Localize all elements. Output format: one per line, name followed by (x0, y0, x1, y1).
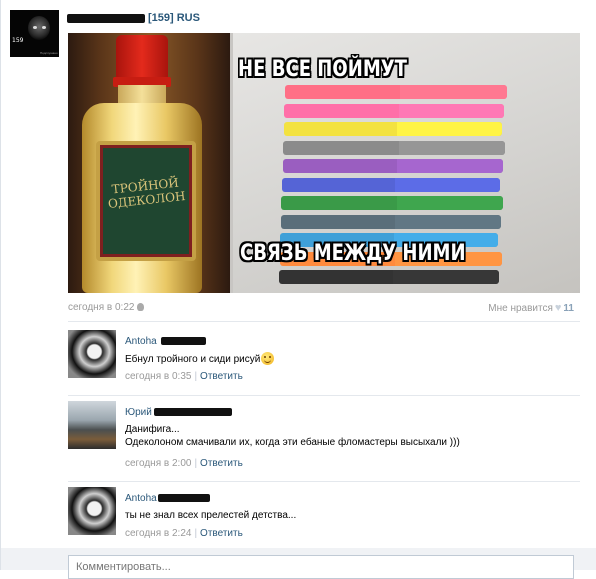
comment-text-line: Данифига... (125, 424, 180, 435)
post-time: сегодня в 0:22 (68, 302, 135, 313)
comment-text: Ебнул тройного и сиди рисуй (125, 352, 275, 366)
marker-cap (395, 177, 500, 192)
comment-text-body: Ебнул тройного и сиди рисуй (125, 354, 261, 365)
comment-author[interactable]: Юрий (125, 407, 152, 418)
group-avatar[interactable]: 159 Подслушано (10, 10, 59, 57)
comment-author[interactable]: Antoha (125, 336, 157, 347)
marker-pen (281, 196, 504, 210)
reply-button[interactable]: Ответить (200, 458, 243, 469)
marker-pen (282, 177, 500, 192)
reply-button[interactable]: Ответить (200, 371, 243, 382)
commenter-avatar[interactable] (68, 401, 116, 449)
marker-pen (282, 159, 503, 173)
marker-pen (284, 103, 505, 118)
redacted-surname (161, 337, 206, 345)
marker-cap (397, 122, 502, 136)
comment-text-body: ты не знал всех прелестей детства... (125, 510, 297, 521)
meta-divider: | (194, 458, 198, 469)
comment-input[interactable] (69, 556, 587, 573)
marker-cap (395, 214, 501, 229)
redacted-surname (154, 408, 232, 416)
like-count: 11 (563, 303, 574, 314)
commenter-avatar[interactable] (68, 487, 116, 535)
comment-text: ты не знал всех прелестей детства... (125, 509, 296, 522)
smile-emoji-icon (261, 352, 275, 365)
meme-top-text: НЕ ВСЕ ПОЙМУТ (238, 57, 407, 82)
bottle-label-text: ТРОЙНОЙ ОДЕКОЛОН (107, 175, 187, 211)
marker-cap (400, 85, 507, 99)
bottle-label: ТРОЙНОЙ ОДЕКОЛОН (96, 141, 196, 261)
group-name-link[interactable]: [159] RUS (148, 12, 200, 24)
eye-left (33, 26, 37, 29)
like-label: Мне нравится (488, 303, 553, 314)
separator (68, 395, 580, 396)
comment-author-name: Antoha (125, 493, 157, 504)
reply-button[interactable]: Ответить (200, 528, 243, 539)
meta-divider: | (194, 528, 198, 539)
bottle: ТРОЙНОЙ ОДЕКОЛОН (82, 103, 202, 293)
marker-cap (397, 159, 503, 173)
redacted-surname (158, 494, 210, 502)
comment-author-name: Antoha (125, 336, 157, 347)
marker-pen (280, 214, 501, 229)
separator (68, 481, 580, 482)
comment-time[interactable]: сегодня в 2:00 (125, 458, 191, 469)
marker-cap (396, 196, 504, 210)
marker-pen (279, 270, 499, 284)
markers-photo: НЕ ВСЕ ПОЙМУТ СВЯЗЬ МЕЖДУ НИМИ (233, 33, 580, 293)
post-timestamp[interactable]: сегодня в 0:22 (68, 302, 145, 313)
bottle-neck (118, 85, 166, 105)
comment-item: Antoha ты не знал всех прелестей детства… (68, 487, 580, 563)
bottle-cap (116, 35, 168, 81)
commenter-avatar[interactable] (68, 330, 116, 378)
avatar-number: 159 (12, 37, 24, 44)
avatar-caption: Подслушано (40, 51, 58, 55)
comment-text: Данифига... Одеколоном смачивали их, ког… (125, 423, 460, 449)
meta-divider: | (194, 371, 198, 382)
marker-cap (398, 103, 505, 118)
like-button[interactable]: Мне нравится ♥ 11 (488, 302, 574, 314)
comment-time[interactable]: сегодня в 0:35 (125, 371, 191, 382)
redacted-name (67, 14, 145, 23)
marker-pen (283, 122, 502, 136)
marker-pen (283, 140, 506, 155)
heart-icon: ♥ (554, 302, 562, 314)
comment-input-box[interactable] (68, 555, 587, 579)
comment-meta: сегодня в 0:35 | Ответить (125, 371, 243, 382)
comment-author[interactable]: Antoha (125, 493, 157, 504)
eye-right (42, 26, 46, 29)
meme-bottom-text: СВЯЗЬ МЕЖДУ НИМИ (240, 241, 466, 266)
comment-meta: сегодня в 2:24 | Ответить (125, 528, 243, 539)
marker-cap (393, 270, 499, 284)
cologne-photo: ТРОЙНОЙ ОДЕКОЛОН (68, 33, 230, 293)
comment-meta: сегодня в 2:00 | Ответить (125, 458, 243, 469)
separator (68, 321, 580, 322)
comment-author-name: Юрий (125, 407, 152, 418)
left-border (0, 0, 1, 570)
marker-pen (285, 85, 507, 99)
post-image[interactable]: ТРОЙНОЙ ОДЕКОЛОН НЕ ВСЕ ПОЙМУТ СВЯЗЬ МЕЖ… (68, 33, 580, 293)
marker-cap (398, 140, 506, 155)
comment-text-line: Одеколоном смачивали их, когда эти ебаны… (125, 437, 460, 448)
raccoon-face (28, 16, 50, 40)
comment-time[interactable]: сегодня в 2:24 (125, 528, 191, 539)
apple-icon (137, 303, 145, 311)
comment-item: Юрий Данифига... Одеколоном смачивали их… (68, 401, 580, 477)
